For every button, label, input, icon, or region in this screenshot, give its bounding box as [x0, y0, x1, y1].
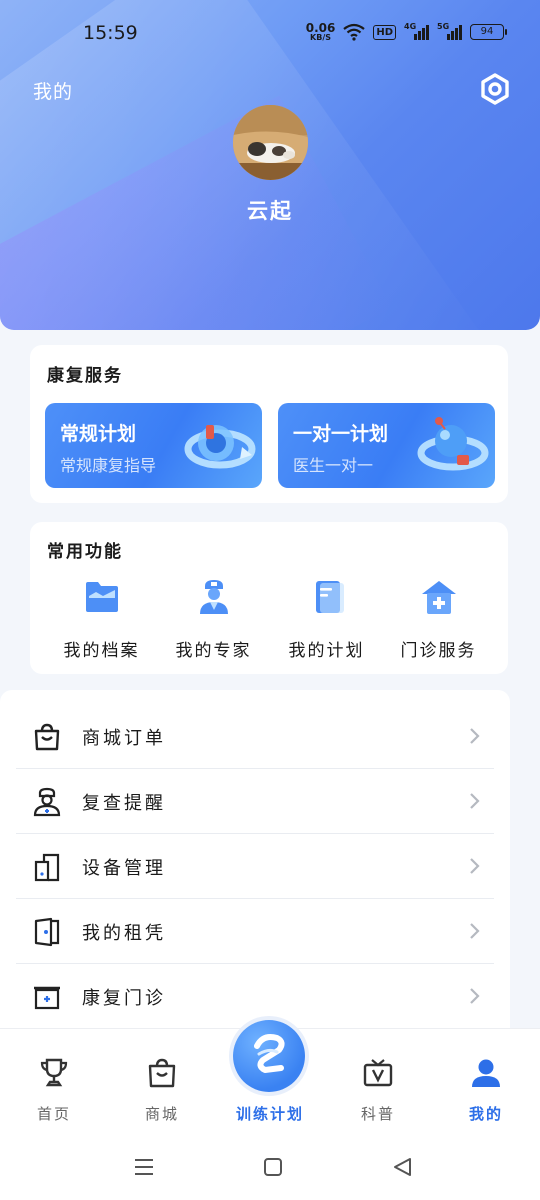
signal-4g-icon: 4G: [404, 22, 429, 40]
chevron-right-icon: [470, 793, 480, 809]
folder-icon: [86, 582, 118, 612]
regular-plan-title: 常规计划: [60, 423, 137, 445]
document-icon: [316, 581, 344, 613]
status-icons: 0.06 KB/S HD 4G 5G 94: [305, 21, 507, 42]
settings-icon[interactable]: [478, 72, 512, 106]
tv-icon: [363, 1059, 393, 1087]
recheck-reminder-row[interactable]: 复查提醒: [16, 769, 494, 834]
bag-icon: [148, 1058, 176, 1088]
common-functions-title: 常用功能: [47, 542, 123, 562]
tab-science[interactable]: 科普: [324, 1057, 432, 1127]
shopping-bag-icon: [34, 723, 60, 751]
consult-3d-icon: [417, 417, 489, 471]
my-archive-button[interactable]: 我的档案: [45, 578, 158, 668]
menu-icon[interactable]: [133, 1156, 155, 1178]
my-plan-button[interactable]: 我的计划: [270, 578, 383, 668]
chevron-right-icon: [470, 858, 480, 874]
network-speed: 0.06 KB/S: [305, 21, 336, 42]
shop-orders-row[interactable]: 商城订单: [16, 704, 494, 769]
battery-icon: 94: [470, 24, 507, 40]
logo-icon: [254, 1034, 285, 1073]
rehab-services-title: 康复服务: [47, 366, 123, 386]
one-on-one-plan-card[interactable]: 一对一计划 医生一对一: [278, 403, 495, 488]
cat-photo-image: [233, 105, 308, 180]
tab-mine[interactable]: 我的: [432, 1057, 540, 1127]
my-rental-row[interactable]: 我的租凭: [16, 899, 494, 964]
page-title: 我的: [33, 81, 74, 103]
person-icon: [472, 1059, 500, 1087]
trophy-icon: [40, 1058, 68, 1087]
door-icon: [34, 917, 60, 947]
profile-header: 15:59 0.06 KB/S HD 4G 5G 94 我的 云起: [0, 0, 540, 330]
chevron-right-icon: [470, 728, 480, 744]
hd-badge: HD: [373, 24, 396, 40]
device-management-row[interactable]: 设备管理: [16, 834, 494, 899]
one-on-one-plan-title: 一对一计划: [293, 423, 389, 445]
username: 云起: [247, 199, 293, 223]
tab-home[interactable]: 首页: [0, 1057, 108, 1127]
one-on-one-plan-subtitle: 医生一对一: [293, 456, 374, 475]
chevron-right-icon: [470, 923, 480, 939]
training-plan-center-button[interactable]: [233, 1020, 305, 1092]
clinic-service-button[interactable]: 门诊服务: [382, 578, 495, 668]
regular-plan-card[interactable]: 常规计划 常规康复指导: [45, 403, 262, 488]
home-square-icon[interactable]: [262, 1156, 284, 1178]
tab-shop[interactable]: 商城: [108, 1057, 216, 1127]
signal-5g-icon: 5G: [437, 22, 462, 40]
chevron-right-icon: [470, 988, 480, 1004]
clinic-icon: [422, 581, 456, 614]
avatar[interactable]: [233, 105, 308, 180]
status-bar: 15:59 0.06 KB/S HD 4G 5G 94: [0, 0, 540, 66]
tab-training-plan-label: 训练计划: [235, 1105, 304, 1123]
system-navigation-bar: [0, 1138, 540, 1200]
regular-plan-subtitle: 常规康复指导: [60, 456, 157, 475]
doctor-icon: [200, 580, 228, 614]
wifi-icon: [343, 23, 366, 41]
device-icon: [34, 853, 60, 882]
back-triangle-icon[interactable]: [391, 1156, 413, 1178]
nurse-icon: [33, 787, 61, 817]
my-expert-button[interactable]: 我的专家: [157, 578, 270, 668]
medical-kit-icon: [34, 986, 60, 1010]
status-time: 15:59: [83, 22, 138, 44]
rehab-3d-icon: [184, 425, 256, 469]
